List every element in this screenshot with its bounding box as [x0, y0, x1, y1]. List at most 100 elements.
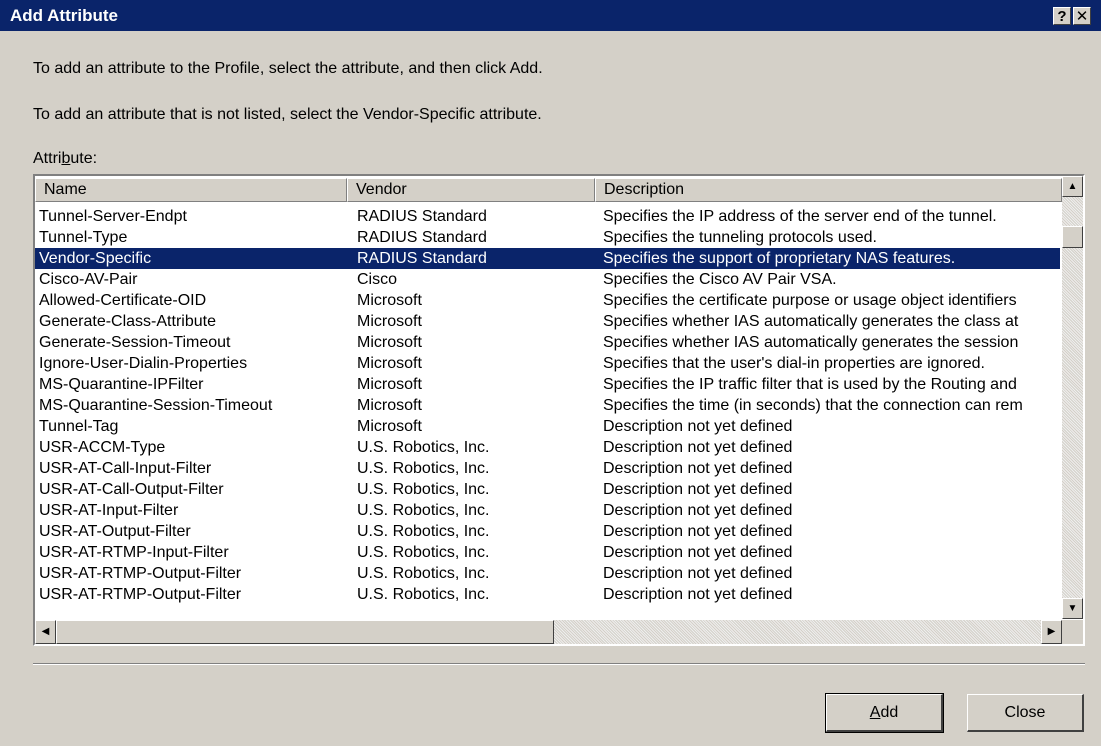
cell-name: Tunnel-Tag	[39, 418, 119, 435]
attribute-list[interactable]: Name Vendor Description Tunnel-Server-En…	[33, 174, 1085, 646]
list-row[interactable]: USR-AT-Output-Filter U.S. Robotics, Inc. D…	[35, 521, 1060, 542]
cell-description: Description not yet defined	[603, 418, 793, 435]
cell-vendor: U.S. Robotics, Inc.	[357, 523, 490, 540]
close-window-button[interactable]: ✕	[1073, 7, 1091, 25]
cell-vendor: Microsoft	[357, 376, 422, 393]
list-row[interactable]: USR-AT-Call-Output-Filter U.S. Robotics, …	[35, 479, 1060, 500]
cell-vendor: RADIUS Standard	[357, 250, 487, 267]
cell-vendor: Microsoft	[357, 355, 422, 372]
cell-name: Allowed-Certificate-OID	[39, 292, 207, 309]
cell-vendor: Microsoft	[357, 292, 422, 309]
help-button[interactable]: ?	[1053, 7, 1071, 25]
cell-description: Description not yet defined	[603, 502, 793, 519]
cell-description: Description not yet defined	[603, 586, 793, 603]
horizontal-scroll-thumb[interactable]	[56, 620, 554, 644]
column-header-description[interactable]: Description	[595, 178, 1062, 202]
cell-vendor: Microsoft	[357, 397, 422, 414]
cell-name: Vendor-Specific	[39, 250, 152, 267]
cell-name: Generate-Class-Attribute	[39, 313, 216, 330]
cell-name: Tunnel-Server-Endpt	[39, 208, 187, 225]
list-row[interactable]: Tunnel-Type RADIUS Standard Specifies the …	[35, 227, 1060, 248]
list-row[interactable]: USR-AT-RTMP-Output-Filter U.S. Robotics, …	[35, 584, 1060, 605]
attribute-rows: Tunnel-Server-Endpt RADIUS Standard Specif…	[35, 206, 1060, 605]
cell-vendor: U.S. Robotics, Inc.	[357, 544, 490, 561]
scroll-up-icon[interactable]: ▲	[1062, 176, 1083, 197]
vertical-scrollbar[interactable]: ▲ ▼	[1062, 176, 1083, 619]
cell-name: Generate-Session-Timeout	[39, 334, 231, 351]
cell-description: Description not yet defined	[603, 544, 793, 561]
cell-vendor: U.S. Robotics, Inc.	[357, 586, 490, 603]
cell-name: USR-AT-Call-Input-Filter	[39, 460, 212, 477]
cell-vendor: Microsoft	[357, 313, 422, 330]
cell-name: Cisco-AV-Pair	[39, 271, 138, 288]
cell-vendor: U.S. Robotics, Inc.	[357, 481, 490, 498]
cell-description: Description not yet defined	[603, 481, 793, 498]
list-row[interactable]: USR-AT-RTMP-Output-Filter U.S. Robotics, …	[35, 563, 1060, 584]
cell-name: USR-AT-Call-Output-Filter	[39, 481, 224, 498]
cell-vendor: Cisco	[357, 271, 398, 288]
list-row[interactable]: MS-Quarantine-Session-Timeout Microsoft Sp…	[35, 395, 1060, 416]
close-button[interactable]: Close	[967, 694, 1084, 732]
cell-description: Specifies whether IAS automatically gene…	[603, 334, 1019, 351]
attribute-label: Attribute:	[33, 150, 98, 167]
cell-description: Description not yet defined	[603, 523, 793, 540]
cell-description: Specifies the Cisco AV Pair VSA.	[603, 271, 837, 288]
window-title: Add Attribute	[10, 6, 118, 25]
list-row[interactable]: Generate-Class-Attribute Microsoft Specifi…	[35, 311, 1060, 332]
list-row[interactable]: USR-AT-Input-Filter U.S. Robotics, Inc. De…	[35, 500, 1060, 521]
scroll-right-icon[interactable]: ▶	[1041, 620, 1062, 644]
cell-name: USR-ACCM-Type	[39, 439, 166, 456]
cell-description: Specifies whether IAS automatically gene…	[603, 313, 1019, 330]
add-button[interactable]: Add	[825, 693, 944, 733]
cell-description: Specifies the IP address of the server e…	[603, 208, 997, 225]
list-row[interactable]: Allowed-Certificate-OID Microsoft Specifie…	[35, 290, 1060, 311]
cell-description: Specifies the certificate purpose or usa…	[603, 292, 1017, 309]
cell-description: Specifies the tunneling protocols used.	[603, 229, 877, 246]
cell-description: Specifies the time (in seconds) that the…	[603, 397, 1023, 414]
list-row[interactable]: Cisco-AV-Pair Cisco Specifies the Cisco AV…	[35, 269, 1060, 290]
list-row[interactable]: Vendor-Specific RADIUS Standard Specifies …	[35, 248, 1060, 269]
cell-vendor: RADIUS Standard	[357, 229, 487, 246]
list-row[interactable]: USR-AT-RTMP-Input-Filter U.S. Robotics, I…	[35, 542, 1060, 563]
vertical-scroll-thumb[interactable]	[1062, 226, 1083, 248]
list-row[interactable]: USR-AT-Call-Input-Filter U.S. Robotics, I…	[35, 458, 1060, 479]
list-row[interactable]: USR-ACCM-Type U.S. Robotics, Inc. Descript…	[35, 437, 1060, 458]
instruction-text-1: To add an attribute to the Profile, sele…	[33, 60, 543, 77]
cell-name: MS-Quarantine-Session-Timeout	[39, 397, 273, 414]
column-header-name[interactable]: Name	[35, 178, 347, 202]
cell-name: USR-AT-RTMP-Input-Filter	[39, 544, 229, 561]
cell-name: USR-AT-Output-Filter	[39, 523, 191, 540]
cell-vendor: Microsoft	[357, 418, 422, 435]
cell-description: Specifies the support of proprietary NAS…	[603, 250, 956, 267]
cell-description: Description not yet defined	[603, 565, 793, 582]
cell-vendor: U.S. Robotics, Inc.	[357, 439, 490, 456]
cell-description: Specifies the IP traffic filter that is …	[603, 376, 1017, 393]
list-row[interactable]: Ignore-User-Dialin-Properties Microsoft Sp…	[35, 353, 1060, 374]
cell-description: Description not yet defined	[603, 439, 793, 456]
cell-description: Description not yet defined	[603, 460, 793, 477]
column-header-vendor[interactable]: Vendor	[347, 178, 595, 202]
cell-vendor: U.S. Robotics, Inc.	[357, 502, 490, 519]
cell-vendor: RADIUS Standard	[357, 208, 487, 225]
instruction-text-2: To add an attribute that is not listed, …	[33, 106, 542, 123]
cell-name: USR-AT-RTMP-Output-Filter	[39, 586, 242, 603]
separator	[33, 663, 1085, 665]
cell-name: USR-AT-RTMP-Output-Filter	[39, 565, 242, 582]
cell-name: Ignore-User-Dialin-Properties	[39, 355, 248, 372]
scrollbar-corner	[1062, 620, 1083, 644]
cell-vendor: U.S. Robotics, Inc.	[357, 565, 490, 582]
cell-vendor: Microsoft	[357, 334, 422, 351]
list-row[interactable]: Tunnel-Tag Microsoft Description not yet d…	[35, 416, 1060, 437]
cell-description: Specifies that the user's dial-in proper…	[603, 355, 985, 372]
cell-name: MS-Quarantine-IPFilter	[39, 376, 204, 393]
cell-name: Tunnel-Type	[39, 229, 128, 246]
list-row[interactable]: Tunnel-Server-Endpt RADIUS Standard Specif…	[35, 206, 1060, 227]
cell-vendor: U.S. Robotics, Inc.	[357, 460, 490, 477]
title-bar: Add Attribute ? ✕	[0, 0, 1101, 31]
cell-name: USR-AT-Input-Filter	[39, 502, 179, 519]
list-row[interactable]: Generate-Session-Timeout Microsoft Specifi…	[35, 332, 1060, 353]
list-row[interactable]: MS-Quarantine-IPFilter Microsoft Specifies…	[35, 374, 1060, 395]
scroll-left-icon[interactable]: ◀	[35, 620, 56, 644]
horizontal-scrollbar[interactable]: ◀ ▶	[35, 620, 1062, 644]
scroll-down-icon[interactable]: ▼	[1062, 598, 1083, 619]
